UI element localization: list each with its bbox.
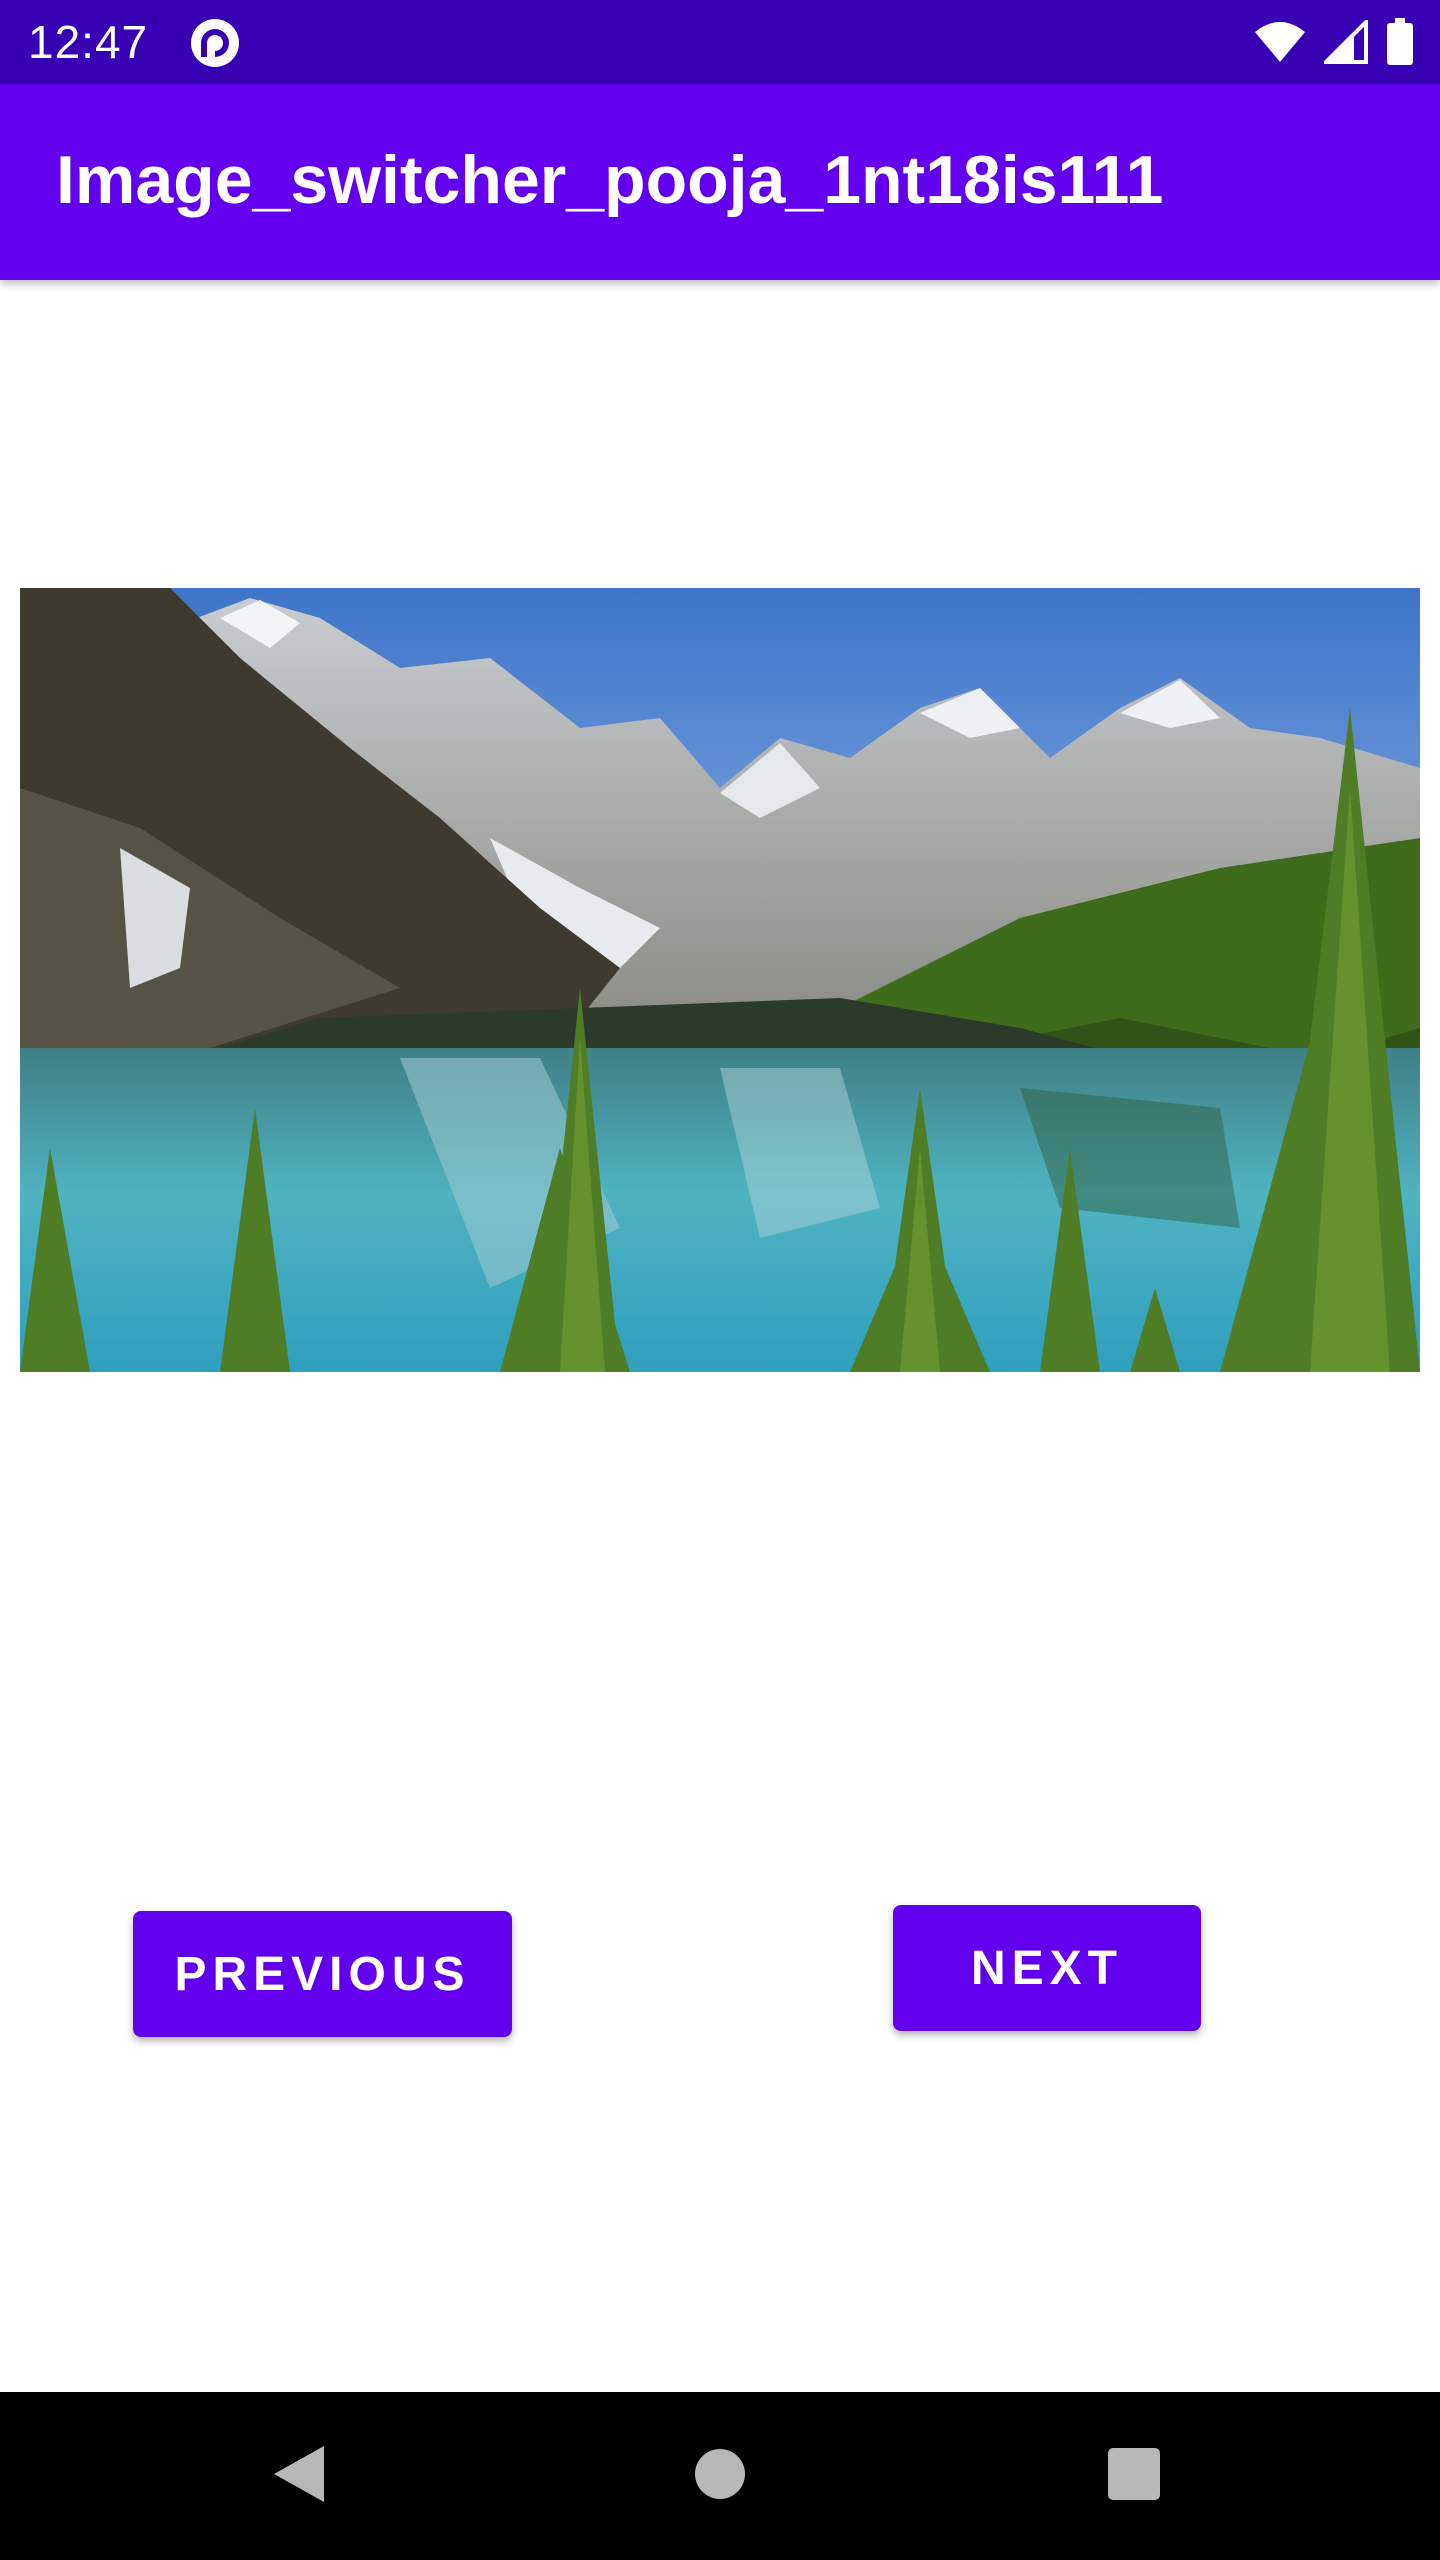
pocket-casts-icon [191, 19, 239, 67]
image-switcher [20, 588, 1420, 1372]
next-button[interactable]: NEXT [893, 1905, 1201, 2031]
cell-signal-icon [1324, 20, 1368, 64]
status-icons [1254, 16, 1414, 68]
battery-icon [1387, 18, 1413, 65]
system-nav-bar [0, 2392, 1440, 2560]
previous-button[interactable]: PREVIOUS [133, 1911, 512, 2037]
mountain-lake-image [20, 588, 1420, 1372]
app-title: Image_switcher_pooja_1nt18is111 [56, 142, 1164, 218]
status-time: 12:47 [28, 16, 149, 68]
home-icon[interactable] [694, 2448, 746, 2500]
back-icon[interactable] [272, 2444, 326, 2504]
recents-icon[interactable] [1108, 2448, 1160, 2500]
app-bar: Image_switcher_pooja_1nt18is111 [0, 84, 1440, 280]
status-bar: 12:47 [0, 0, 1440, 84]
wifi-icon [1255, 22, 1305, 62]
